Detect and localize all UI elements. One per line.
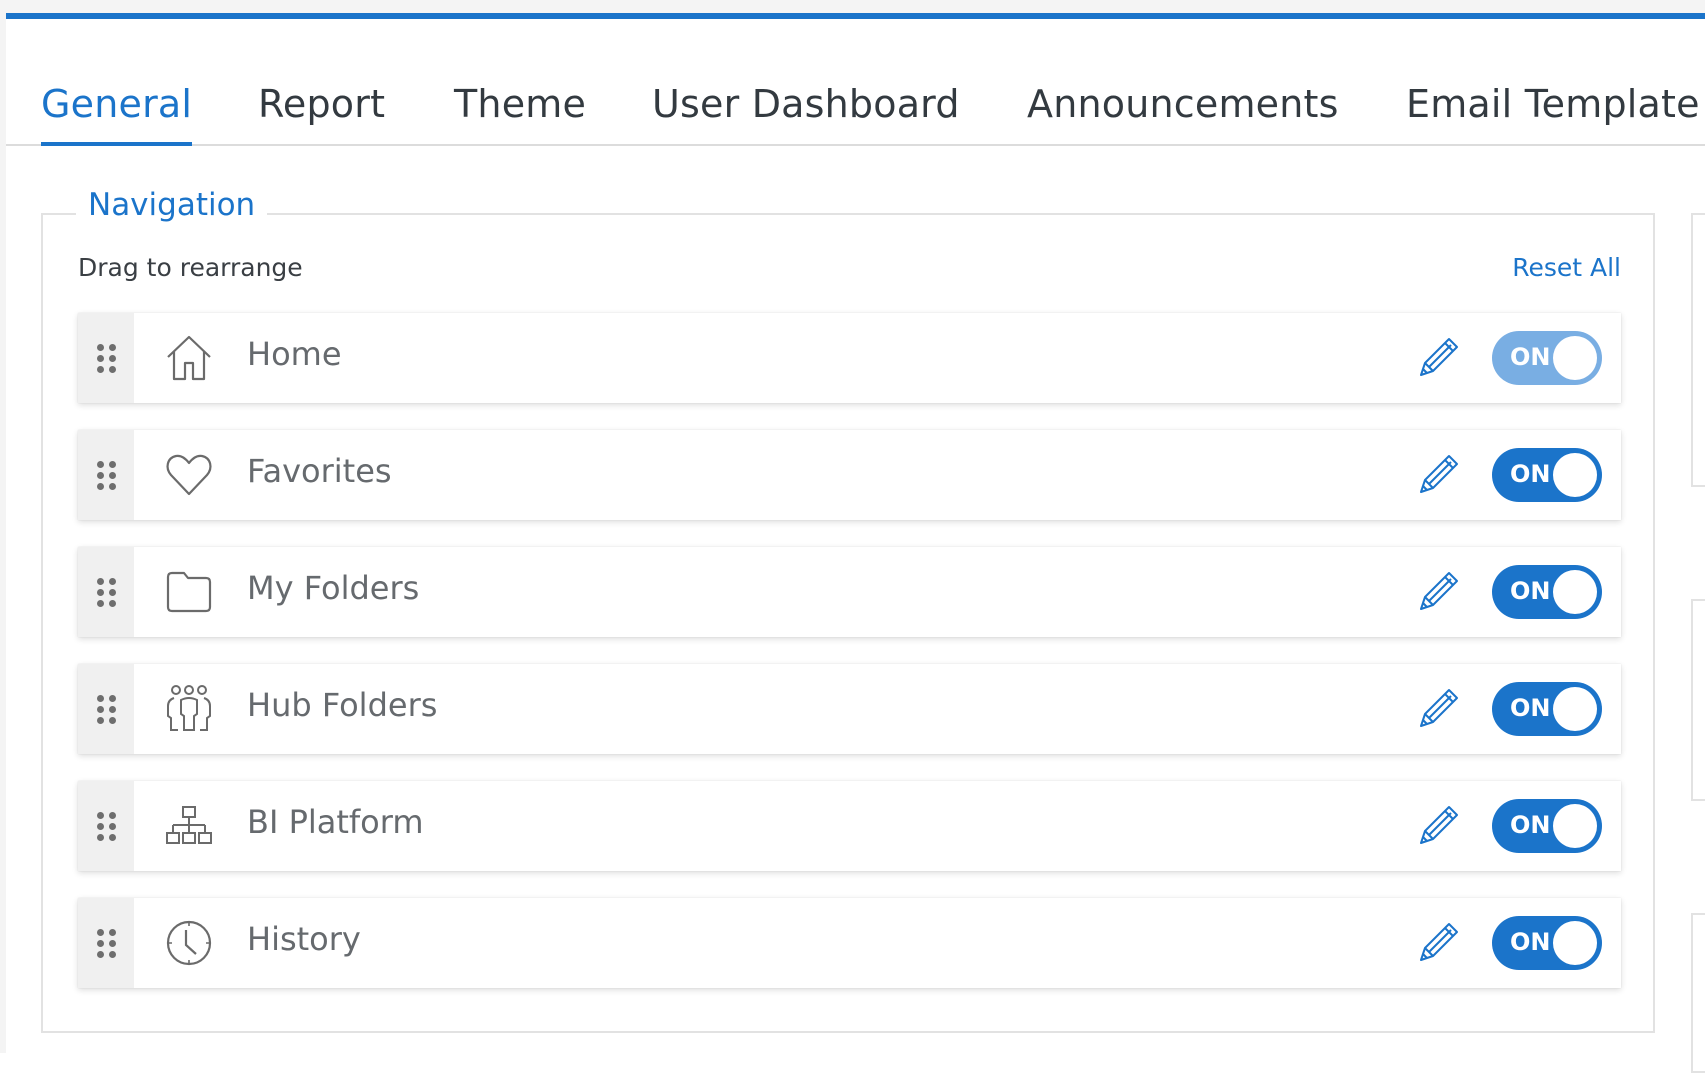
toggle-label: ON — [1510, 343, 1551, 371]
visibility-toggle[interactable]: ON — [1492, 565, 1602, 619]
nav-item-bi-platform[interactable]: BI Platform ON — [78, 781, 1621, 871]
home-icon — [167, 335, 211, 381]
toggle-knob — [1553, 921, 1597, 965]
visibility-toggle[interactable]: ON — [1492, 916, 1602, 970]
users-icon — [167, 685, 211, 731]
side-panel-2 — [1691, 599, 1705, 801]
org-chart-icon — [166, 806, 212, 844]
drag-dots-icon — [96, 928, 116, 958]
nav-item-label: BI Platform — [247, 803, 424, 841]
toggle-label: ON — [1510, 694, 1551, 722]
nav-item-history[interactable]: History ON — [78, 898, 1621, 988]
visibility-toggle[interactable]: ON — [1492, 682, 1602, 736]
nav-item-hub-folders[interactable]: Hub Folders ON — [78, 664, 1621, 754]
drag-dots-icon — [96, 694, 116, 724]
nav-item-home[interactable]: Home ON — [78, 313, 1621, 403]
nav-item-my-folders[interactable]: My Folders ON — [78, 547, 1621, 637]
drag-dots-icon — [96, 577, 116, 607]
side-panel-3 — [1691, 913, 1705, 1073]
drag-handle[interactable] — [78, 547, 134, 637]
tab-report[interactable]: Report — [258, 82, 385, 126]
drag-hint: Drag to rearrange — [78, 253, 303, 282]
nav-item-label: History — [247, 920, 361, 958]
toggle-knob — [1553, 804, 1597, 848]
tab-bar: General Report Theme User Dashboard Anno… — [6, 60, 1705, 146]
drag-dots-icon — [96, 343, 116, 373]
pencil-icon[interactable] — [1417, 803, 1461, 847]
tab-announcements[interactable]: Announcements — [1027, 82, 1339, 126]
toggle-knob — [1553, 687, 1597, 731]
toggle-label: ON — [1510, 928, 1551, 956]
top-background — [0, 0, 1705, 13]
drag-handle[interactable] — [78, 313, 134, 403]
drag-handle[interactable] — [78, 781, 134, 871]
drag-dots-icon — [96, 460, 116, 490]
pencil-icon[interactable] — [1417, 920, 1461, 964]
toggle-knob — [1553, 570, 1597, 614]
visibility-toggle[interactable]: ON — [1492, 448, 1602, 502]
toggle-label: ON — [1510, 811, 1551, 839]
accent-bar — [6, 13, 1705, 19]
tab-general[interactable]: General — [41, 82, 193, 146]
left-strip — [0, 0, 6, 1053]
pencil-icon[interactable] — [1417, 335, 1461, 379]
pencil-icon[interactable] — [1417, 686, 1461, 730]
pencil-icon[interactable] — [1417, 452, 1461, 496]
navigation-fieldset: Navigation Drag to rearrange Reset All H… — [41, 187, 1655, 1033]
toggle-label: ON — [1510, 577, 1551, 605]
tab-theme[interactable]: Theme — [454, 82, 586, 126]
heart-icon — [166, 454, 212, 496]
toggle-label: ON — [1510, 460, 1551, 488]
nav-item-label: Favorites — [247, 452, 392, 490]
nav-item-label: Hub Folders — [247, 686, 438, 724]
visibility-toggle[interactable]: ON — [1492, 331, 1602, 385]
nav-item-label: My Folders — [247, 569, 420, 607]
drag-dots-icon — [96, 811, 116, 841]
pencil-icon[interactable] — [1417, 569, 1461, 613]
drag-handle[interactable] — [78, 430, 134, 520]
navigation-legend: Navigation — [76, 187, 268, 223]
tab-email-template[interactable]: Email Template — [1406, 82, 1700, 126]
toggle-knob — [1553, 336, 1597, 380]
side-panel-1 — [1691, 213, 1705, 487]
tab-user-dashboard[interactable]: User Dashboard — [652, 82, 960, 126]
visibility-toggle[interactable]: ON — [1492, 799, 1602, 853]
clock-icon — [166, 920, 212, 966]
toggle-knob — [1553, 453, 1597, 497]
drag-handle[interactable] — [78, 664, 134, 754]
drag-handle[interactable] — [78, 898, 134, 988]
reset-all-link[interactable]: Reset All — [1512, 253, 1621, 282]
folder-icon — [166, 571, 212, 613]
nav-item-favorites[interactable]: Favorites ON — [78, 430, 1621, 520]
nav-item-label: Home — [247, 335, 342, 373]
